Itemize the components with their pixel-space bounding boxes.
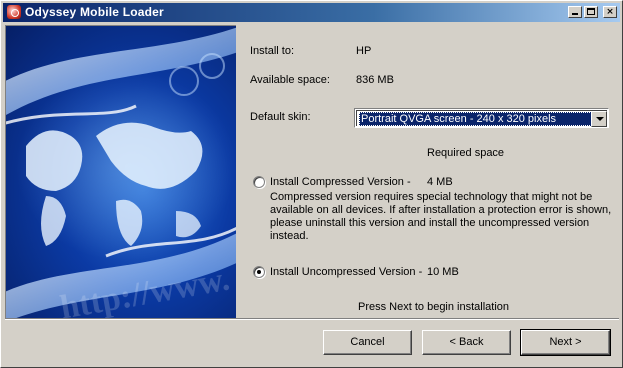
minimize-button[interactable]: [568, 6, 582, 18]
close-icon: ×: [606, 7, 614, 17]
globe-artwork: http://www.: [6, 27, 236, 319]
window-title: Odyssey Mobile Loader: [25, 5, 164, 19]
next-button[interactable]: Next >: [520, 329, 611, 356]
compressed-version-size: 4 MB: [427, 176, 453, 188]
compressed-version-label[interactable]: Install Compressed Version -: [270, 176, 411, 188]
default-skin-label: Default skin:: [250, 111, 311, 123]
uncompressed-version-radio[interactable]: [253, 266, 265, 278]
install-to-label: Install to:: [250, 45, 295, 57]
cancel-button[interactable]: Cancel: [323, 330, 412, 355]
uncompressed-version-size: 10 MB: [427, 266, 459, 278]
default-skin-selected: Portrait QVGA screen - 240 x 320 pixels: [359, 112, 592, 126]
compressed-version-description: Compressed version requires special tech…: [270, 191, 612, 242]
banner-image: http://www.: [5, 25, 236, 319]
close-button[interactable]: ×: [603, 6, 617, 18]
install-to-value: HP: [356, 45, 372, 57]
next-button-label: Next >: [549, 336, 582, 348]
required-space-header: Required space: [427, 147, 505, 159]
available-space-label: Available space:: [250, 74, 330, 86]
footer-divider: [5, 318, 619, 320]
back-button[interactable]: < Back: [422, 330, 511, 355]
minimize-icon: [572, 13, 578, 15]
available-space-value: 836 MB: [356, 74, 394, 86]
default-skin-select[interactable]: Portrait QVGA screen - 240 x 320 pixels: [354, 108, 609, 128]
next-hint: Press Next to begin installation: [358, 301, 510, 313]
cancel-button-label: Cancel: [350, 336, 385, 348]
compressed-version-radio[interactable]: [253, 176, 265, 188]
chevron-down-icon[interactable]: [591, 111, 607, 127]
maximize-button[interactable]: [584, 6, 598, 18]
back-button-label: < Back: [449, 336, 484, 348]
installer-window: Odyssey Mobile Loader × http://www. Inst…: [0, 0, 623, 368]
title-bar[interactable]: Odyssey Mobile Loader ×: [3, 3, 620, 22]
uncompressed-version-label[interactable]: Install Uncompressed Version -: [270, 266, 422, 278]
maximize-icon: [587, 8, 595, 15]
app-icon: [7, 5, 21, 19]
